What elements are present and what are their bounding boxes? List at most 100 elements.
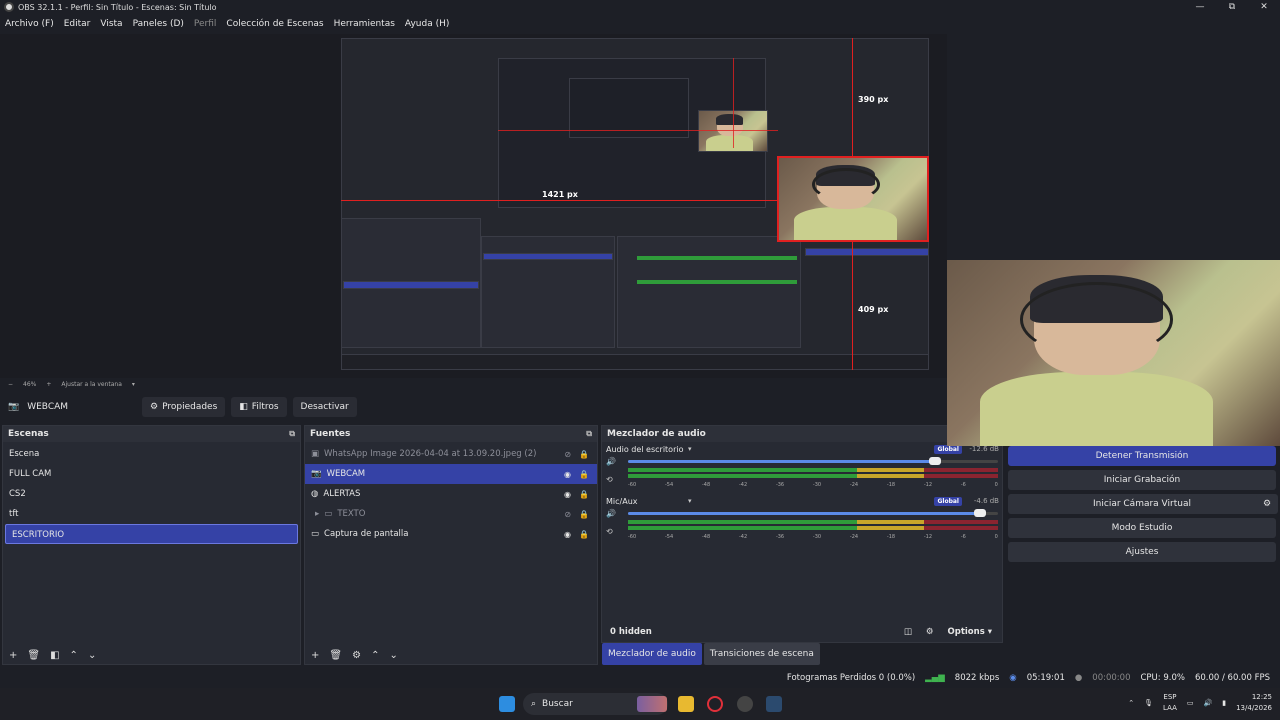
eye-slash-icon[interactable]: ⊘ xyxy=(564,450,571,459)
scenes-list: Escena FULL CAM CS2 tft ESCRITORIO xyxy=(3,442,300,544)
gear-icon[interactable]: ⚙ xyxy=(352,650,361,661)
lock-icon[interactable]: 🔒 xyxy=(579,530,589,539)
search-highlight-icon[interactable] xyxy=(637,696,667,712)
deactivate-button[interactable]: Desactivar xyxy=(292,397,357,417)
scene-item-escritorio[interactable]: ESCRITORIO xyxy=(5,524,298,544)
preview-area[interactable]: 390 px 1421 px 409 px xyxy=(0,34,947,378)
lock-icon[interactable]: 🔒 xyxy=(579,490,589,499)
scene-item-cs2[interactable]: CS2 xyxy=(3,484,300,504)
scenes-header: Escenas ⧉ xyxy=(3,426,300,442)
add-scene-icon[interactable]: + xyxy=(9,650,17,661)
speaker-icon[interactable]: 🔊 xyxy=(606,457,616,466)
preview-webcam-source[interactable] xyxy=(777,156,929,242)
source-item-captura[interactable]: ▭ Captura de pantalla ◉ 🔒 xyxy=(305,524,597,544)
chevron-down-icon[interactable]: ▾ xyxy=(132,381,135,388)
speaker-icon[interactable]: 🔊 xyxy=(606,509,616,518)
nested-mixer-panel xyxy=(617,236,801,348)
nested-obs-capture-3 xyxy=(569,78,689,138)
eye-icon[interactable]: ◉ xyxy=(564,490,571,499)
opera-icon[interactable] xyxy=(707,696,723,712)
menu-scene-collection[interactable]: Colección de Escenas xyxy=(221,19,328,29)
stop-stream-button[interactable]: Detener Transmisión xyxy=(1008,446,1276,466)
system-tray: ⌃ 🎙 ESP LAA ▭ 🔊 ▮ 12:25 13/4/2026 xyxy=(1128,692,1272,714)
camera-icon: 📷 xyxy=(8,402,20,412)
move-down-icon[interactable]: ⌄ xyxy=(88,650,96,661)
chevron-up-icon[interactable]: ⌃ xyxy=(1128,699,1134,707)
properties-button[interactable]: ⚙ Propiedades xyxy=(142,397,226,417)
move-up-icon[interactable]: ⌃ xyxy=(70,650,78,661)
gear-icon: ⚙ xyxy=(150,402,159,412)
menu-profile[interactable]: Perfil xyxy=(189,19,222,29)
menu-docks[interactable]: Paneles (D) xyxy=(128,19,189,29)
microphone-icon[interactable]: 🎙 xyxy=(1144,699,1153,707)
lock-icon[interactable]: 🔒 xyxy=(579,470,589,479)
trash-icon[interactable]: 🗑 xyxy=(27,650,40,661)
studio-mode-button[interactable]: Modo Estudio xyxy=(1008,518,1276,538)
start-recording-button[interactable]: Iniciar Grabación xyxy=(1008,470,1276,490)
volume-slider[interactable] xyxy=(628,509,998,517)
settings-button[interactable]: Ajustes xyxy=(1008,542,1276,562)
windows-start-icon[interactable] xyxy=(499,696,515,712)
monitor-icon[interactable]: ⟲ xyxy=(606,527,613,536)
source-item-alertas[interactable]: ◍ ALERTAS ◉ 🔒 xyxy=(305,484,597,504)
gear-icon[interactable]: ⚙ xyxy=(1256,494,1278,514)
sources-header: Fuentes ⧉ xyxy=(305,426,597,442)
undock-icon[interactable]: ⧉ xyxy=(586,429,592,439)
menu-edit[interactable]: Editar xyxy=(59,19,96,29)
filters-button[interactable]: ◧ Filtros xyxy=(231,397,287,417)
move-up-icon[interactable]: ⌃ xyxy=(371,650,379,661)
monitor-icon[interactable]: ⟲ xyxy=(606,475,613,484)
scene-item-escena[interactable]: Escena xyxy=(3,444,300,464)
volume-slider-knob[interactable] xyxy=(929,457,942,465)
eye-icon[interactable]: ◉ xyxy=(564,470,571,479)
tab-scene-transitions[interactable]: Transiciones de escena xyxy=(703,643,820,665)
chevron-down-icon[interactable]: ▾ xyxy=(688,445,692,453)
menu-file[interactable]: Archivo (F) xyxy=(0,19,59,29)
volume-slider[interactable] xyxy=(628,457,998,465)
maximize-button[interactable]: ⧉ xyxy=(1216,0,1248,14)
scene-item-tft[interactable]: tft xyxy=(3,504,300,524)
source-item-whatsapp-image[interactable]: ▣ WhatsApp Image 2026-04-04 at 13.09.20.… xyxy=(305,444,597,464)
menu-view[interactable]: Vista xyxy=(95,19,127,29)
move-down-icon[interactable]: ⌄ xyxy=(389,650,397,661)
layout-toggle-icon[interactable]: ◫ xyxy=(904,627,912,637)
obs-taskbar-icon[interactable] xyxy=(737,696,753,712)
nested-meter-1 xyxy=(637,256,797,260)
source-item-webcam[interactable]: 📷 WEBCAM ◉ 🔒 xyxy=(305,464,597,484)
lock-icon[interactable]: 🔒 xyxy=(579,510,589,519)
battery-icon[interactable]: ▮ xyxy=(1222,699,1226,707)
chevron-down-icon[interactable]: ▾ xyxy=(688,497,692,505)
menu-help[interactable]: Ayuda (H) xyxy=(400,19,454,29)
zoom-out-button[interactable]: − xyxy=(8,381,13,388)
filter-icon: ◧ xyxy=(239,402,248,412)
source-item-texto-group[interactable]: ▸ ▭ TEXTO ⊘ 🔒 xyxy=(305,504,597,524)
undock-icon[interactable]: ⧉ xyxy=(289,429,295,439)
scenes-title: Escenas xyxy=(8,429,49,439)
minimize-button[interactable]: — xyxy=(1184,0,1216,14)
network-icon[interactable]: ▭ xyxy=(1187,699,1194,707)
start-virtual-camera-button[interactable]: Iniciar Cámara Virtual ⚙ xyxy=(1008,494,1278,514)
zoom-in-button[interactable]: + xyxy=(46,381,51,388)
zoom-fit-button[interactable]: Ajustar a la ventana xyxy=(61,381,122,388)
expand-icon[interactable]: ▸ xyxy=(315,509,319,519)
clock[interactable]: 12:25 13/4/2026 xyxy=(1236,692,1272,714)
close-button[interactable]: ✕ xyxy=(1248,0,1280,14)
options-button[interactable]: Options ▾ xyxy=(948,627,992,637)
volume-icon[interactable]: 🔊 xyxy=(1204,699,1213,707)
steam-icon[interactable] xyxy=(766,696,782,712)
file-explorer-icon[interactable] xyxy=(678,696,694,712)
program-canvas[interactable]: 390 px 1421 px 409 px xyxy=(341,38,929,370)
scene-item-full-cam[interactable]: FULL CAM xyxy=(3,464,300,484)
scene-filter-icon[interactable]: ◧ xyxy=(50,650,59,661)
advanced-audio-icon[interactable]: ⚙ xyxy=(926,627,934,637)
trash-icon[interactable]: 🗑 xyxy=(329,650,342,661)
volume-slider-knob[interactable] xyxy=(973,509,986,517)
eye-icon[interactable]: ◉ xyxy=(564,530,571,539)
sources-dock: Fuentes ⧉ ▣ WhatsApp Image 2026-04-04 at… xyxy=(304,425,598,665)
tab-audio-mixer[interactable]: Mezclador de audio xyxy=(602,643,702,665)
eye-slash-icon[interactable]: ⊘ xyxy=(564,510,571,519)
menu-tools[interactable]: Herramientas xyxy=(329,19,400,29)
add-source-icon[interactable]: + xyxy=(311,650,319,661)
lock-icon[interactable]: 🔒 xyxy=(579,450,589,459)
language-indicator[interactable]: ESP LAA xyxy=(1163,692,1177,714)
